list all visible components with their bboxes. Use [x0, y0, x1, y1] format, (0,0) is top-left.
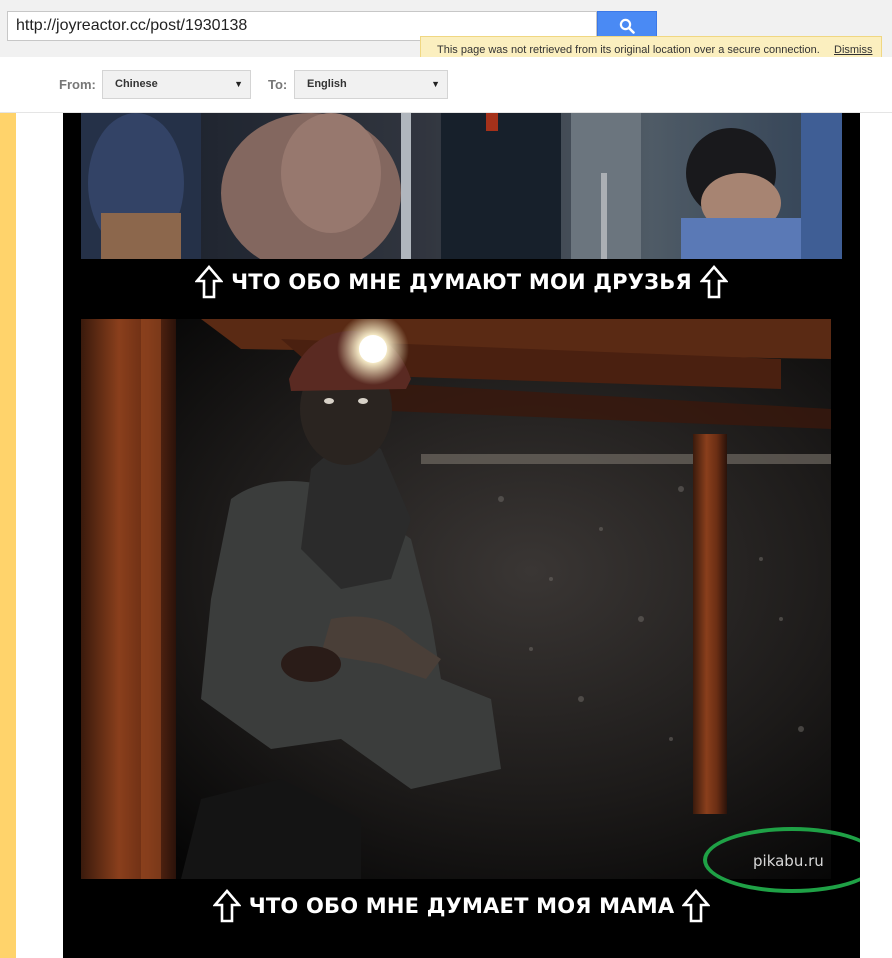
up-arrow-icon — [195, 265, 224, 299]
to-language-value: English — [307, 78, 347, 90]
top-caption-text: ЧТО ОБО МНЕ ДУМАЮТ МОИ ДРУЗЬЯ — [231, 270, 692, 294]
up-arrow-icon — [212, 889, 241, 923]
miner-photo — [81, 319, 831, 879]
left-accent-strip — [0, 113, 16, 958]
from-language-select[interactable]: Chinese ▼ — [102, 70, 251, 99]
to-language-select[interactable]: English ▼ — [294, 70, 448, 99]
to-label: To: — [268, 77, 288, 92]
dismiss-link[interactable]: Dismiss — [834, 44, 873, 56]
from-language-value: Chinese — [115, 78, 158, 90]
top-caption: ЧТО ОБО МНЕ ДУМАЮТ МОИ ДРУЗЬЯ — [63, 265, 860, 299]
friends-photo — [81, 113, 842, 259]
meme-image: ЧТО ОБО МНЕ ДУМАЮТ МОИ ДРУЗЬЯ pikabu.ru … — [63, 113, 860, 958]
up-arrow-icon — [682, 889, 711, 923]
from-label: From: — [59, 77, 96, 92]
chevron-down-icon: ▼ — [431, 79, 440, 89]
up-arrow-icon — [699, 265, 728, 299]
bottom-caption-text: ЧТО ОБО МНЕ ДУМАЕТ МОЯ МАМА — [248, 894, 675, 918]
page: This page was not retrieved from its ori… — [0, 0, 892, 958]
notice-text: This page was not retrieved from its ori… — [437, 44, 820, 56]
magnifier-icon — [619, 18, 635, 34]
watermark-text: pikabu.ru — [753, 852, 824, 870]
translate-bar: From: Chinese ▼ To: English ▼ — [0, 57, 892, 113]
bottom-caption: ЧТО ОБО МНЕ ДУМАЕТ МОЯ МАМА — [63, 889, 860, 923]
chevron-down-icon: ▼ — [234, 79, 243, 89]
